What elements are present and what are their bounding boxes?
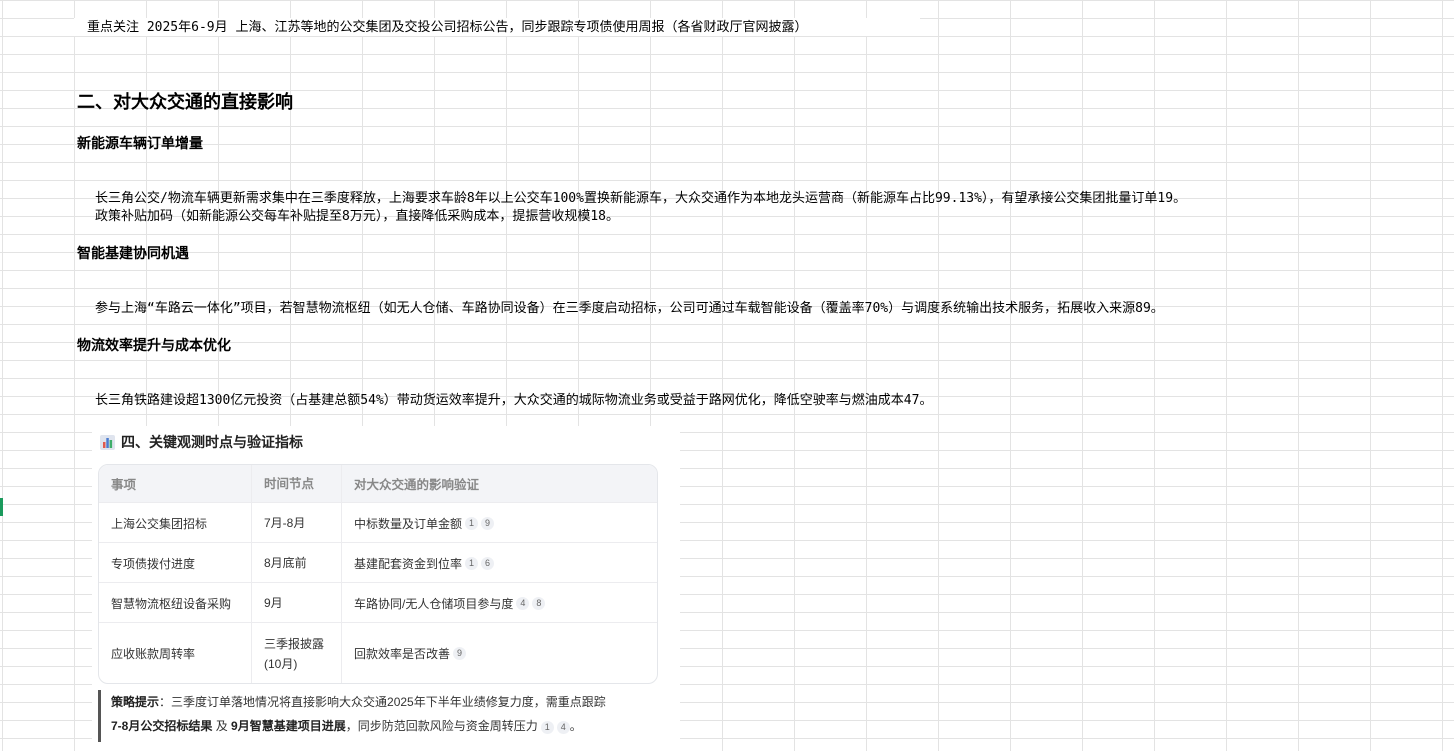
tip-colon: ： xyxy=(159,695,172,709)
row-item: 智慧物流枢纽设备采购 xyxy=(99,583,252,623)
citation-badge[interactable]: 8 xyxy=(532,596,546,610)
row-item: 应收账款周转率 xyxy=(99,623,252,683)
row-impact: 回款效率是否改善 9 xyxy=(342,623,657,683)
tip-bold1: 7-8月公交招标结果 xyxy=(111,719,213,733)
row-impact-text: 回款效率是否改善 xyxy=(354,647,451,661)
row-impact-text: 中标数量及订单金额 xyxy=(354,516,463,531)
row-impact-text: 基建配套资金到位率 xyxy=(354,556,463,571)
citation-badge[interactable]: 6 xyxy=(481,556,495,570)
row-time-line1: 三季报披露 xyxy=(264,636,325,651)
paragraph-smart-infra[interactable]: 参与上海“车路云一体化”项目，若智慧物流枢纽（如无人仓储、车路协同设备）在三季度… xyxy=(95,300,1164,318)
bar-chart-icon xyxy=(100,435,115,455)
row-time: 8月底前 xyxy=(252,543,342,583)
tip-mid: 及 xyxy=(212,719,232,733)
row-time: 9月 xyxy=(252,583,342,623)
row-impact: 车路协同/无人仓储项目参与度 4 8 xyxy=(342,583,657,623)
card-title-text: 四、关键观测时点与验证指标 xyxy=(121,434,303,450)
header-time: 时间节点 xyxy=(252,465,342,502)
table-row: 专项债拨付进度 8月底前 基建配套资金到位率 1 6 xyxy=(99,542,657,583)
table-row: 应收账款周转率 三季报披露 (10月) 回款效率是否改善 9 xyxy=(99,622,657,683)
paragraph-logistics[interactable]: 长三角铁路建设超1300亿元投资（占基建总额54%）带动货运效率提升，大众交通的… xyxy=(95,392,932,410)
citation-badge[interactable]: 4 xyxy=(556,721,570,734)
header-item: 事项 xyxy=(99,465,252,502)
row-impact: 基建配套资金到位率 1 6 xyxy=(342,543,657,583)
tip-text1: 三季度订单落地情况将直接影响大众交通2025年下半年业绩修复力度，需重点跟踪 xyxy=(171,695,606,709)
paragraph-new-energy-line1[interactable]: 长三角公交/物流车辆更新需求集中在三季度释放，上海要求车龄8年以上公交车100%… xyxy=(95,190,1186,208)
row-time: 7月-8月 xyxy=(252,503,342,543)
citation-badge[interactable]: 9 xyxy=(453,647,467,660)
row-item: 专项债拨付进度 xyxy=(99,543,252,583)
row-time-line2: (10月) xyxy=(264,656,298,671)
table-row: 上海公交集团招标 7月-8月 中标数量及订单金额 1 9 xyxy=(99,502,657,543)
active-row-marker xyxy=(0,498,3,516)
citation-badge[interactable]: 1 xyxy=(465,516,479,530)
row-impact-text: 车路协同/无人仓储项目参与度 xyxy=(354,596,514,611)
card-title: 四、关键观测时点与验证指标 xyxy=(100,432,303,452)
subheading-smart-infra[interactable]: 智能基建协同机遇 xyxy=(77,244,189,264)
tip-label: 策略提示 xyxy=(111,695,160,709)
tip-end: 。 xyxy=(569,719,582,733)
subheading-logistics[interactable]: 物流效率提升与成本优化 xyxy=(77,336,231,356)
citation-badge[interactable]: 1 xyxy=(465,556,479,570)
table-header-row: 事项 时间节点 对大众交通的影响验证 xyxy=(99,465,657,502)
table-row: 智慧物流枢纽设备采购 9月 车路协同/无人仓储项目参与度 4 8 xyxy=(99,582,657,623)
strategy-tip: 策略提示：三季度订单落地情况将直接影响大众交通2025年下半年业绩修复力度，需重… xyxy=(98,690,658,742)
citation-badge[interactable]: 9 xyxy=(481,516,495,530)
embedded-image-card[interactable]: 四、关键观测时点与验证指标 事项 时间节点 对大众交通的影响验证 上海公交集团招… xyxy=(92,426,680,751)
tip-text2: ，同步防范回款风险与资金周转压力 xyxy=(345,719,538,733)
paragraph-new-energy-line2[interactable]: 政策补贴加码（如新能源公交每车补贴提至8万元），直接降低采购成本，提振营收规模1… xyxy=(95,208,619,226)
citation-badge[interactable]: 4 xyxy=(516,596,530,610)
section-heading[interactable]: 二、对大众交通的直接影响 xyxy=(77,91,293,115)
row-time: 三季报披露 (10月) xyxy=(252,623,342,683)
row-item: 上海公交集团招标 xyxy=(99,503,252,543)
tip-bold2: 9月智慧基建项目进展 xyxy=(231,719,346,733)
row-impact: 中标数量及订单金额 1 9 xyxy=(342,503,657,543)
indicator-table: 事项 时间节点 对大众交通的影响验证 上海公交集团招标 7月-8月 中标数量及订… xyxy=(98,464,658,684)
citation-badge[interactable]: 1 xyxy=(540,721,554,734)
subheading-new-energy-orders[interactable]: 新能源车辆订单增量 xyxy=(77,134,203,154)
header-impact: 对大众交通的影响验证 xyxy=(354,478,480,492)
note-line[interactable]: 重点关注 2025年6-9月 上海、江苏等地的公交集团及交投公司招标公告，同步跟… xyxy=(87,19,807,37)
